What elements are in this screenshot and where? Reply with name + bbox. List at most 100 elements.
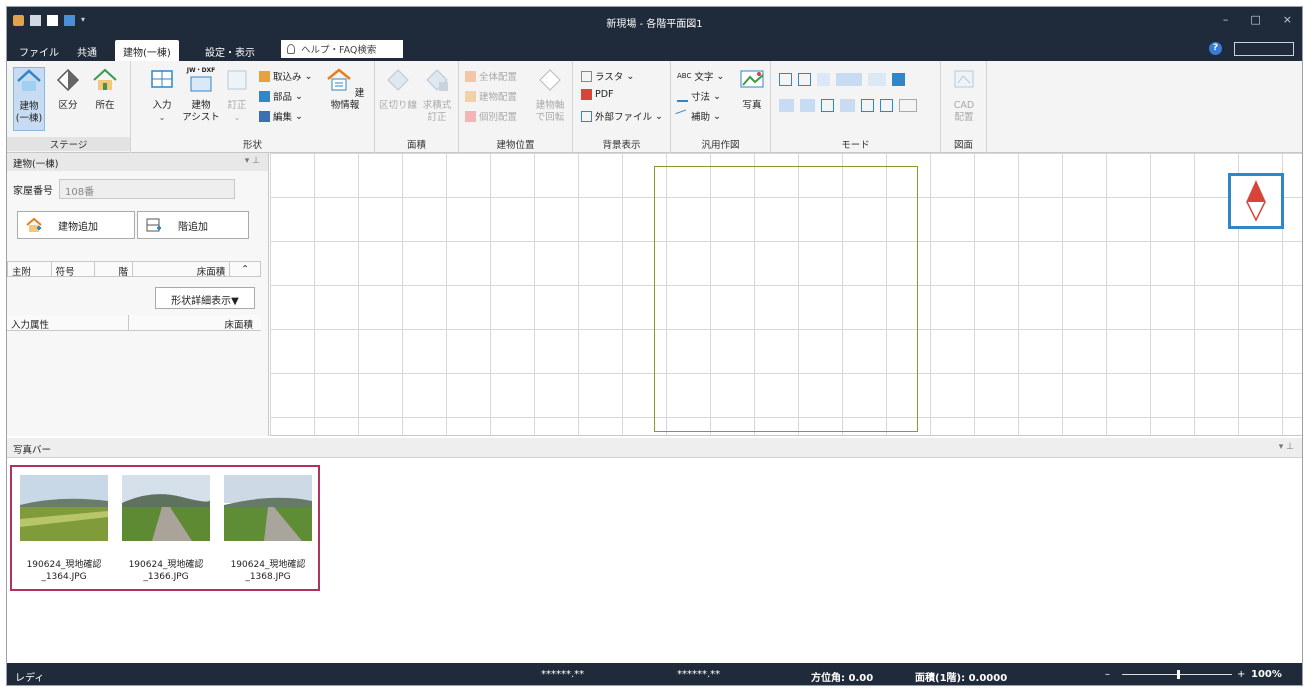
tab-file[interactable]: ファイル (11, 40, 67, 61)
group-figure-label: 図面 (953, 140, 973, 151)
tab-building[interactable]: 建物(一棟) (115, 40, 179, 61)
stage-division-button[interactable]: 区分 (53, 67, 83, 112)
group-figure: CAD 配置 図面 (941, 61, 987, 153)
photo-selection: 190624_現地確認 _1364.JPG 190624_現地確認 _1366.… (10, 465, 320, 591)
photo-item[interactable]: 190624_現地確認 _1364.JPG (20, 475, 108, 583)
snap-midpoint-icon[interactable] (800, 99, 815, 112)
correct-button[interactable]: 訂正 ⌄ (223, 67, 251, 124)
jw-dxf-label: JW・DXF (186, 67, 216, 74)
group-stage: 建物 (一棟) 区分 所在 ステージ (7, 61, 131, 153)
pin-icon[interactable]: ▾ ⊥ (245, 156, 260, 166)
zoom-level: 100% (1251, 669, 1282, 680)
building-info-button[interactable]: 建物情報 (321, 67, 369, 112)
individual-placement-button[interactable]: 個別配置 (465, 109, 517, 123)
account-box[interactable] (1234, 42, 1294, 56)
external-file-icon (581, 110, 592, 122)
compass-icon[interactable] (1228, 173, 1284, 229)
input-button[interactable]: 入力 ⌄ (147, 67, 177, 124)
minimize-button[interactable]: – (1223, 13, 1229, 26)
add-building-icon (26, 217, 42, 232)
edit-button[interactable]: 編集 ⌄ (259, 109, 303, 123)
snap-point-icon[interactable] (779, 99, 794, 112)
house-icon (17, 69, 41, 91)
mode-r-icon[interactable] (779, 73, 792, 86)
help-icon[interactable]: ? (1209, 42, 1222, 55)
photo-filename: 190624_現地確認 _1364.JPG (26, 560, 102, 582)
zoom-slider-thumb[interactable] (1177, 670, 1180, 679)
scroll-icon[interactable]: ⌃ (230, 262, 260, 276)
building-placement-button[interactable]: 建物配置 (465, 89, 517, 103)
group-mode-label: モード (841, 140, 870, 151)
window-title: 新現場 - 各階平面図1 (606, 19, 703, 30)
building-panel: 建物(一棟) ▾ ⊥ 家屋番号 108番 建物追加 階追加 主附 符号 階 床面… (7, 153, 269, 436)
add-floor-button[interactable]: 階追加 (137, 211, 249, 239)
photo-bar: 写真バー ▾ ⊥ 190624_現地確認 _1364.JPG 190624_現地… (7, 438, 1302, 662)
each-place-icon (465, 110, 476, 122)
mode-line-style-icon[interactable] (836, 73, 862, 86)
group-area: 区切り線 求積式 訂正 面積 (375, 61, 459, 153)
snap-dist-icon[interactable] (880, 99, 893, 112)
zoom-in-button[interactable]: + (1237, 669, 1245, 680)
photo-thumbnail[interactable] (122, 475, 210, 541)
rotate-axis-button[interactable]: 建物軸 で回転 (531, 67, 569, 124)
col-input-attr[interactable]: 入力属性 (7, 315, 129, 331)
col-floor[interactable]: 階 (95, 262, 134, 278)
building-assist-button[interactable]: JW・DXF 建物 アシスト (181, 67, 221, 124)
raster-icon (581, 70, 592, 82)
window-controls: – □ × (1223, 13, 1292, 26)
floor-table-header: 主附 符号 階 床面積 ⌃ (7, 261, 261, 278)
cad-placement-button[interactable]: CAD 配置 (949, 67, 979, 124)
location-house-icon (93, 68, 117, 90)
house-number-input[interactable]: 108番 (59, 179, 235, 199)
place-icon (465, 90, 476, 102)
col-code[interactable]: 符号 (52, 262, 96, 278)
snap-grid-icon[interactable] (821, 99, 834, 112)
group-drawing-label: 汎用作図 (701, 140, 740, 151)
photo-bar-pin-icon[interactable]: ▾ ⊥ (1279, 442, 1294, 452)
lightbulb-icon (287, 44, 295, 54)
attribute-table-header: 入力属性 床面積 (7, 315, 261, 331)
raster-button[interactable]: ラスタ ⌄ (581, 69, 634, 83)
snap-rp-icon[interactable] (899, 99, 917, 112)
photo-bar-title: 写真バー (13, 445, 52, 456)
external-file-button[interactable]: 外部ファイル ⌄ (581, 109, 663, 123)
mode-dxdy-icon[interactable] (817, 73, 830, 86)
col-attr-area[interactable]: 床面積 (129, 315, 259, 331)
col-floor-area[interactable]: 床面積 (133, 262, 231, 278)
area-formula-button[interactable]: 求積式 訂正 (419, 67, 455, 124)
division-icon (56, 68, 80, 92)
status-ready: レディ (15, 673, 45, 684)
add-building-button[interactable]: 建物追加 (17, 211, 135, 239)
mode-sound-icon[interactable] (892, 73, 905, 86)
auxiliary-button[interactable]: 補助 ⌄ (675, 108, 721, 124)
photo-thumbnail[interactable] (224, 475, 312, 541)
stage-building-button[interactable]: 建物 (一棟) (13, 67, 45, 131)
tab-common[interactable]: 共通 (69, 40, 105, 61)
mode-pen-icon[interactable] (868, 73, 886, 86)
photo-item[interactable]: 190624_現地確認 _1368.JPG (224, 475, 312, 583)
close-button[interactable]: × (1283, 13, 1292, 26)
maximize-button[interactable]: □ (1250, 13, 1260, 26)
text-button[interactable]: ABC 文字 ⌄ (677, 69, 724, 84)
help-search-box[interactable]: ヘルプ・FAQ検索 (281, 40, 403, 58)
status-area: 面積(1階): 0.0000 (915, 673, 1008, 684)
import-button[interactable]: 取込み ⌄ (259, 69, 312, 83)
building-outline[interactable] (654, 166, 918, 432)
pdf-button[interactable]: PDF (581, 89, 614, 100)
parts-button[interactable]: 部品 ⌄ (259, 89, 303, 103)
all-placement-button[interactable]: 全体配置 (465, 69, 517, 83)
snap-perp-icon[interactable] (861, 99, 874, 112)
stage-location-button[interactable]: 所在 (89, 67, 121, 112)
photo-button[interactable]: 写真 (737, 67, 767, 112)
snap-end-icon[interactable] (840, 99, 855, 112)
drawing-canvas[interactable] (270, 153, 1302, 436)
zoom-out-button[interactable]: – (1105, 669, 1110, 680)
divider-line-button[interactable]: 区切り線 (379, 67, 417, 112)
col-main-sub[interactable]: 主附 (8, 262, 52, 278)
dimension-button[interactable]: 寸法 ⌄ (677, 89, 721, 103)
photo-thumbnail[interactable] (20, 475, 108, 541)
tab-settings-display[interactable]: 設定・表示 (197, 40, 263, 61)
mode-connect-icon[interactable] (798, 73, 811, 86)
photo-item[interactable]: 190624_現地確認 _1366.JPG (122, 475, 210, 583)
shape-detail-button[interactable]: 形状詳細表示▼ (155, 287, 255, 309)
